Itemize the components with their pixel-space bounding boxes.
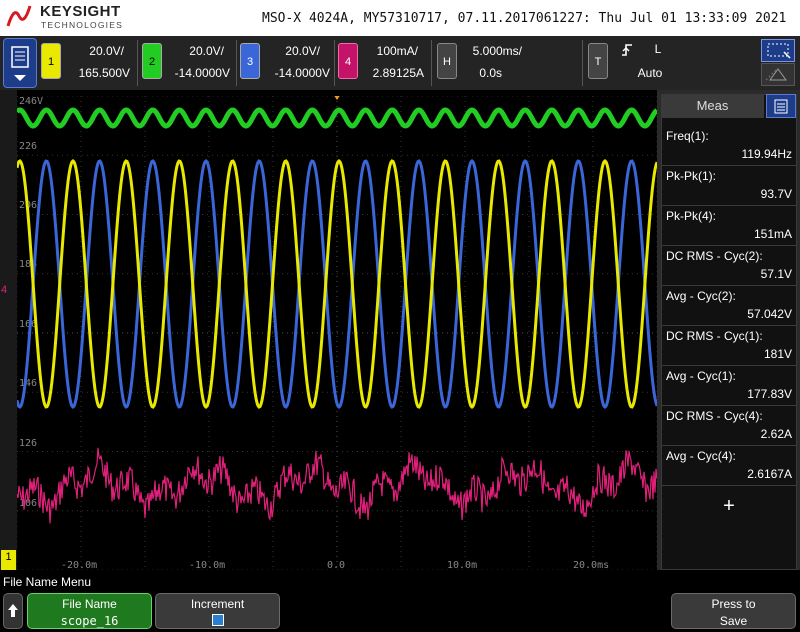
channel-4-offset[interactable]: 2.89125A xyxy=(358,66,424,80)
channel-3-offset[interactable]: -14.0000V xyxy=(258,66,330,80)
menu-title: File Name Menu xyxy=(3,575,92,589)
channel-2-offset[interactable]: -14.0000V xyxy=(160,66,230,80)
measurement-row[interactable]: DC RMS - Cyc(2): 57.1V xyxy=(662,246,796,286)
channel-4-scale[interactable]: 100mA/ xyxy=(358,44,418,58)
y-label: 246V xyxy=(19,96,43,107)
main-menu-button[interactable] xyxy=(3,38,37,88)
measurement-row[interactable]: Freq(1): 119.94Hz xyxy=(662,126,796,166)
x-label: 0.0 xyxy=(327,560,345,570)
add-measurement-button[interactable]: + xyxy=(662,486,796,526)
measurement-row[interactable]: DC RMS - Cyc(1): 181V xyxy=(662,326,796,366)
measurement-label: DC RMS - Cyc(1): xyxy=(666,329,763,343)
channel-4-ground-marker[interactable]: 4 xyxy=(1,283,15,297)
channel-1-offset[interactable]: 165.500V xyxy=(60,66,130,80)
waveform-display[interactable]: 246V 226 206 186 166 146 126 106 -20.0m … xyxy=(15,94,659,571)
zoom-select-icon xyxy=(767,43,791,59)
file-name-softkey[interactable]: File Name scope_16 xyxy=(27,593,152,629)
channel-2-scale[interactable]: 20.0V/ xyxy=(160,44,224,58)
measurement-value: 2.62A xyxy=(760,427,792,441)
press-to-save-softkey[interactable]: Press to Save xyxy=(671,593,796,629)
trigger-mode[interactable]: Auto xyxy=(634,66,666,80)
divider xyxy=(431,40,432,86)
draw-triangle-icon xyxy=(765,68,787,81)
measurement-row[interactable]: Avg - Cyc(1): 177.83V xyxy=(662,366,796,406)
measurement-row[interactable]: Pk-Pk(1): 93.7V xyxy=(662,166,796,206)
channel-2-trace xyxy=(15,107,659,129)
draw-mode-button[interactable] xyxy=(761,63,795,86)
divider xyxy=(582,40,583,86)
channel-2-chip[interactable]: 2 xyxy=(142,43,162,79)
menu-icon xyxy=(11,46,29,81)
left-marker-strip xyxy=(0,90,17,570)
measurement-value: 119.94Hz xyxy=(741,147,792,161)
list-icon xyxy=(774,99,788,114)
trigger-position-marker xyxy=(333,94,341,100)
divider xyxy=(236,40,237,86)
header-bar: KEYSIGHT TECHNOLOGIES MSO-X 4024A, MY573… xyxy=(0,0,800,36)
time-delay[interactable]: 0.0s xyxy=(460,66,502,80)
measurement-label: DC RMS - Cyc(4): xyxy=(666,409,763,423)
measurement-row[interactable]: Pk-Pk(4): 151mA xyxy=(662,206,796,246)
measurement-value: 93.7V xyxy=(760,187,792,201)
up-arrow-icon xyxy=(8,604,18,617)
back-button[interactable] xyxy=(3,593,23,629)
y-label: 146 xyxy=(19,378,37,389)
measurement-label: Avg - Cyc(4): xyxy=(666,449,736,463)
measurement-value: 177.83V xyxy=(747,387,792,401)
measurement-row[interactable]: DC RMS - Cyc(4): 2.62A xyxy=(662,406,796,446)
press-to-save-line2: Save xyxy=(719,614,748,628)
channel-4-chip[interactable]: 4 xyxy=(338,43,358,79)
press-to-save-line1: Press to xyxy=(711,597,756,611)
trigger-chip[interactable]: T xyxy=(588,43,608,79)
brand-name: KEYSIGHT xyxy=(40,3,121,20)
measurement-value: 57.042V xyxy=(747,307,792,321)
increment-checkbox[interactable] xyxy=(212,614,224,626)
channel-3-chip[interactable]: 3 xyxy=(240,43,260,79)
brand-subtitle: TECHNOLOGIES xyxy=(41,20,123,30)
channel-3-scale[interactable]: 20.0V/ xyxy=(258,44,320,58)
measurement-value: 57.1V xyxy=(760,267,792,281)
horizontal-chip[interactable]: H xyxy=(437,43,457,79)
waveform-canvas: 246V 226 206 186 166 146 126 106 -20.0m … xyxy=(15,94,659,571)
file-name-label: File Name xyxy=(62,597,117,611)
measurement-value: 151mA xyxy=(753,227,792,241)
x-label: 20.0ms xyxy=(573,560,609,570)
measurement-value: 2.6167A xyxy=(747,467,792,481)
increment-softkey[interactable]: Increment xyxy=(155,593,280,629)
measurement-value: 181V xyxy=(763,347,792,361)
x-label: -20.0m xyxy=(61,560,97,570)
x-label: -10.0m xyxy=(189,560,225,570)
y-label: 226 xyxy=(19,141,37,152)
channel-1-chip[interactable]: 1 xyxy=(41,43,61,79)
divider xyxy=(137,40,138,86)
measurement-label: Pk-Pk(4): xyxy=(666,209,717,223)
trigger-coupling[interactable]: L xyxy=(652,42,664,56)
rising-edge-icon xyxy=(622,44,632,56)
measurement-label: Pk-Pk(1): xyxy=(666,169,717,183)
zoom-select-button[interactable] xyxy=(761,39,795,62)
measurement-label: Avg - Cyc(2): xyxy=(666,289,736,303)
measurement-row[interactable]: Avg - Cyc(4): 2.6167A xyxy=(662,446,796,486)
channel-1-scale[interactable]: 20.0V/ xyxy=(60,44,124,58)
timebase[interactable]: 5.000ms/ xyxy=(460,44,522,58)
measurement-row[interactable]: Avg - Cyc(2): 57.042V xyxy=(662,286,796,326)
measurement-label: DC RMS - Cyc(2): xyxy=(666,249,763,263)
measurement-label: Avg - Cyc(1): xyxy=(666,369,736,383)
divider xyxy=(334,40,335,86)
channel-1-trace xyxy=(15,158,659,410)
channel-1-ground-marker[interactable]: 1 xyxy=(1,550,16,570)
keysight-logo-icon xyxy=(6,5,32,27)
increment-label: Increment xyxy=(190,597,245,611)
y-label: 126 xyxy=(19,438,37,449)
scope-info: MSO-X 4024A, MY57310717, 07.11.201706122… xyxy=(262,11,787,26)
measurement-label: Freq(1): xyxy=(666,129,709,143)
measurements-tab[interactable]: Meas xyxy=(661,94,764,118)
x-label: 10.0m xyxy=(447,560,477,570)
x-axis-labels: -20.0m -10.0m 0.0 10.0m 20.0ms xyxy=(61,560,609,571)
file-name-value: scope_16 xyxy=(60,614,119,628)
measurements-menu-button[interactable] xyxy=(766,94,796,118)
